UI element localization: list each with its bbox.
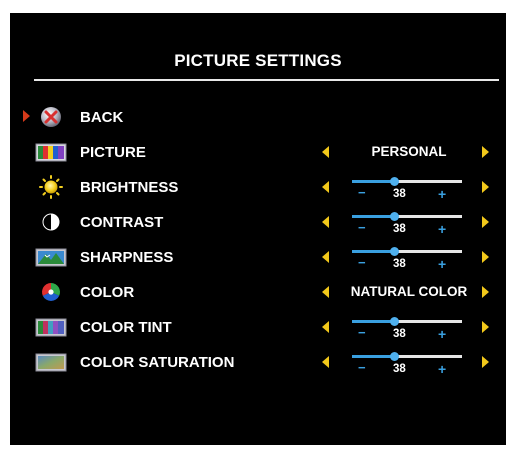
arrow-left-icon[interactable] xyxy=(322,181,329,193)
slider-knob[interactable] xyxy=(390,352,399,361)
slider-plus: + xyxy=(438,186,447,202)
slider-knob[interactable] xyxy=(390,317,399,326)
slider-knob[interactable] xyxy=(390,212,399,221)
menu-item-picture[interactable]: PICTURE PERSONAL xyxy=(10,135,506,169)
contrast-icon xyxy=(42,213,60,231)
menu-item-color-tint[interactable]: COLOR TINT − 38 + xyxy=(10,310,506,344)
arrow-right-icon[interactable] xyxy=(482,181,489,193)
arrow-right-icon[interactable] xyxy=(482,251,489,263)
arrow-right-icon[interactable] xyxy=(482,216,489,228)
menu-item-color[interactable]: COLOR NATURAL COLOR xyxy=(10,275,506,309)
slider-minus: − xyxy=(358,325,366,340)
slider-fill xyxy=(352,320,394,323)
sharpness-slider[interactable]: − 38 + xyxy=(350,244,470,272)
menu-item-label: BRIGHTNESS xyxy=(80,179,179,196)
color-tint-icon xyxy=(35,318,67,337)
slider-minus: − xyxy=(358,220,366,235)
slider-plus: + xyxy=(438,221,447,237)
slider-plus: + xyxy=(438,256,447,272)
slider-plus: + xyxy=(438,326,447,342)
slider-fill xyxy=(352,355,394,358)
slider-fill xyxy=(352,180,394,183)
brightness-slider[interactable]: − 38 + xyxy=(350,174,470,202)
slider-fill xyxy=(352,250,394,253)
arrow-left-icon[interactable] xyxy=(322,251,329,263)
menu-item-label: COLOR xyxy=(80,284,135,301)
slider-value: 38 xyxy=(393,328,406,340)
slider-plus: + xyxy=(438,361,447,377)
menu-item-label: COLOR SATURATION xyxy=(80,354,235,371)
arrow-left-icon[interactable] xyxy=(322,356,329,368)
menu-item-label: BACK xyxy=(80,109,124,126)
slider-knob[interactable] xyxy=(390,177,399,186)
color-saturation-icon xyxy=(35,353,67,372)
arrow-right-icon[interactable] xyxy=(482,286,489,298)
arrow-left-icon[interactable] xyxy=(322,286,329,298)
menu-item-label: COLOR TINT xyxy=(80,319,172,336)
slider-minus: − xyxy=(358,255,366,270)
osd-panel: PICTURE SETTINGS BACK PICTURE PERSONAL B… xyxy=(10,13,506,445)
arrow-left-icon[interactable] xyxy=(322,146,329,158)
arrow-right-icon[interactable] xyxy=(482,321,489,333)
brightness-icon xyxy=(39,175,63,199)
sharpness-icon xyxy=(35,248,67,267)
menu-item-brightness[interactable]: BRIGHTNESS − 38 + xyxy=(10,170,506,204)
slider-value: 38 xyxy=(393,188,406,200)
slider-value: 38 xyxy=(393,363,406,375)
menu-item-back[interactable]: BACK xyxy=(10,100,506,134)
slider-minus: − xyxy=(358,360,366,375)
title-divider xyxy=(34,79,499,81)
arrow-left-icon[interactable] xyxy=(322,321,329,333)
menu-item-sharpness[interactable]: SHARPNESS − 38 + xyxy=(10,240,506,274)
slider-fill xyxy=(352,215,394,218)
slider-value: 38 xyxy=(393,258,406,270)
arrow-left-icon[interactable] xyxy=(322,216,329,228)
slider-knob[interactable] xyxy=(390,247,399,256)
menu-item-color-saturation[interactable]: COLOR SATURATION − 38 + xyxy=(10,345,506,379)
picture-mode-value: PERSONAL xyxy=(371,144,447,159)
menu-item-label: CONTRAST xyxy=(80,214,164,231)
color-mode-value: NATURAL COLOR xyxy=(350,284,468,299)
arrow-right-icon[interactable] xyxy=(482,146,489,158)
color-tint-slider[interactable]: − 38 + xyxy=(350,314,470,342)
menu-item-contrast[interactable]: CONTRAST − 38 + xyxy=(10,205,506,239)
picture-icon xyxy=(35,143,67,162)
menu-item-label: SHARPNESS xyxy=(80,249,174,266)
slider-value: 38 xyxy=(393,223,406,235)
slider-minus: − xyxy=(358,185,366,200)
menu-item-label: PICTURE xyxy=(80,144,146,161)
selection-arrow-icon xyxy=(23,110,30,122)
color-saturation-slider[interactable]: − 38 + xyxy=(350,349,470,377)
page-title: PICTURE SETTINGS xyxy=(174,51,342,70)
contrast-slider[interactable]: − 38 + xyxy=(350,209,470,237)
back-icon xyxy=(41,107,61,127)
arrow-right-icon[interactable] xyxy=(482,356,489,368)
color-icon xyxy=(42,283,60,301)
